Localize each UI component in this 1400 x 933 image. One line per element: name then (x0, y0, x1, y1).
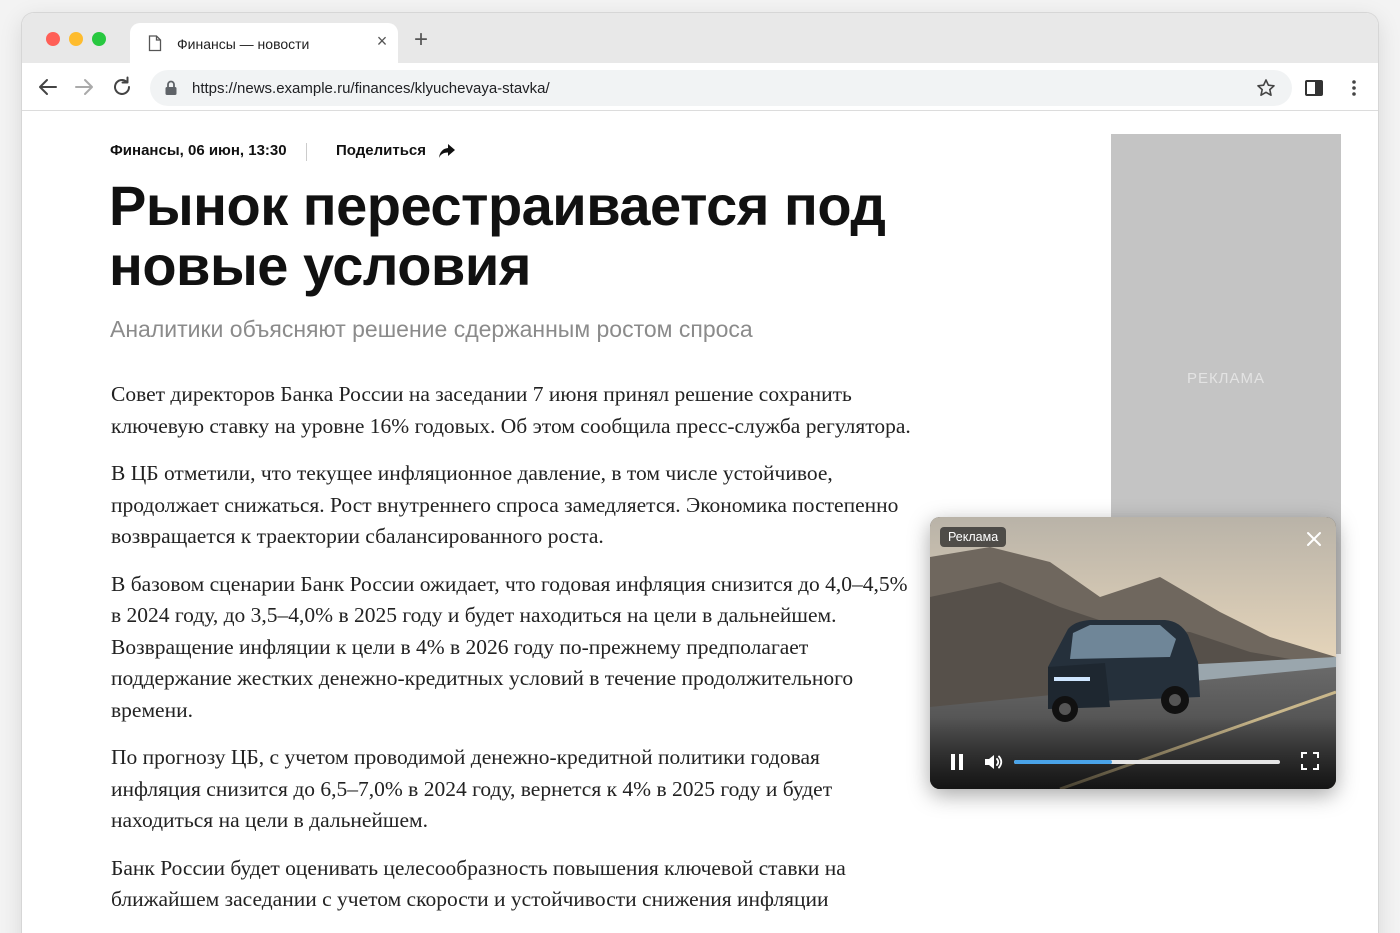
video-ad-player[interactable]: Реклама (930, 517, 1336, 789)
share-button[interactable]: Поделиться (336, 142, 426, 159)
video-progress-bar[interactable] (1014, 760, 1280, 764)
article-meta: Финансы, 06 июн, 13:30 (110, 142, 287, 159)
tab-title: Финансы — новости (177, 36, 310, 52)
browser-window: Финансы — новости × + https://news.examp… (22, 13, 1378, 933)
url-text[interactable]: https://news.example.ru/finances/klyuche… (192, 80, 550, 97)
share-arrow-icon[interactable] (437, 142, 457, 160)
lock-icon (165, 80, 177, 95)
more-menu-icon[interactable] (1344, 78, 1364, 98)
forward-arrow-icon[interactable] (72, 75, 96, 99)
browser-toolbar: https://news.example.ru/finances/klyuche… (22, 63, 1378, 111)
bookmark-star-icon[interactable] (1256, 78, 1276, 98)
article-paragraph: В ЦБ отметили, что текущее инфляционное … (111, 461, 899, 548)
title-bar: Финансы — новости × + (22, 13, 1378, 63)
address-bar[interactable]: https://news.example.ru/finances/klyuche… (150, 70, 1292, 106)
browser-tab-active[interactable]: Финансы — новости × (130, 23, 398, 63)
meta-divider (306, 143, 307, 161)
video-close-icon[interactable] (1304, 529, 1324, 549)
tab-close-icon[interactable]: × (373, 32, 391, 50)
document-icon (148, 35, 162, 52)
fullscreen-icon[interactable] (1300, 751, 1320, 771)
minimize-window-button[interactable] (69, 32, 83, 46)
side-panel-icon[interactable] (1304, 78, 1324, 98)
video-controls (930, 743, 1336, 789)
article-headline: Рынок перестраивается под новые условия (109, 174, 886, 297)
article-paragraph: В базовом сценарии Банк России ожидает, … (111, 571, 908, 722)
reload-icon[interactable] (110, 75, 134, 99)
ad-label: РЕКЛАМА (1186, 370, 1266, 387)
close-window-button[interactable] (46, 32, 60, 46)
article-paragraph: По прогнозу ЦБ, с учетом проводимой дене… (111, 745, 833, 832)
article-paragraph: Совет директоров Банка России на заседан… (111, 382, 911, 438)
article-body: Совет директоров Банка России на заседан… (111, 379, 911, 932)
volume-icon[interactable] (982, 751, 1004, 773)
new-tab-button[interactable]: + (410, 28, 432, 52)
article-paragraph: Банк России будет оценивать целесообразн… (111, 855, 846, 912)
pause-icon[interactable] (948, 752, 966, 772)
back-arrow-icon[interactable] (36, 75, 60, 99)
video-ad-badge: Реклама (940, 527, 1007, 547)
article-subhead: Аналитики объясняют решение сдержанным р… (110, 316, 753, 342)
video-progress-fill (1014, 760, 1113, 764)
maximize-window-button[interactable] (92, 32, 106, 46)
